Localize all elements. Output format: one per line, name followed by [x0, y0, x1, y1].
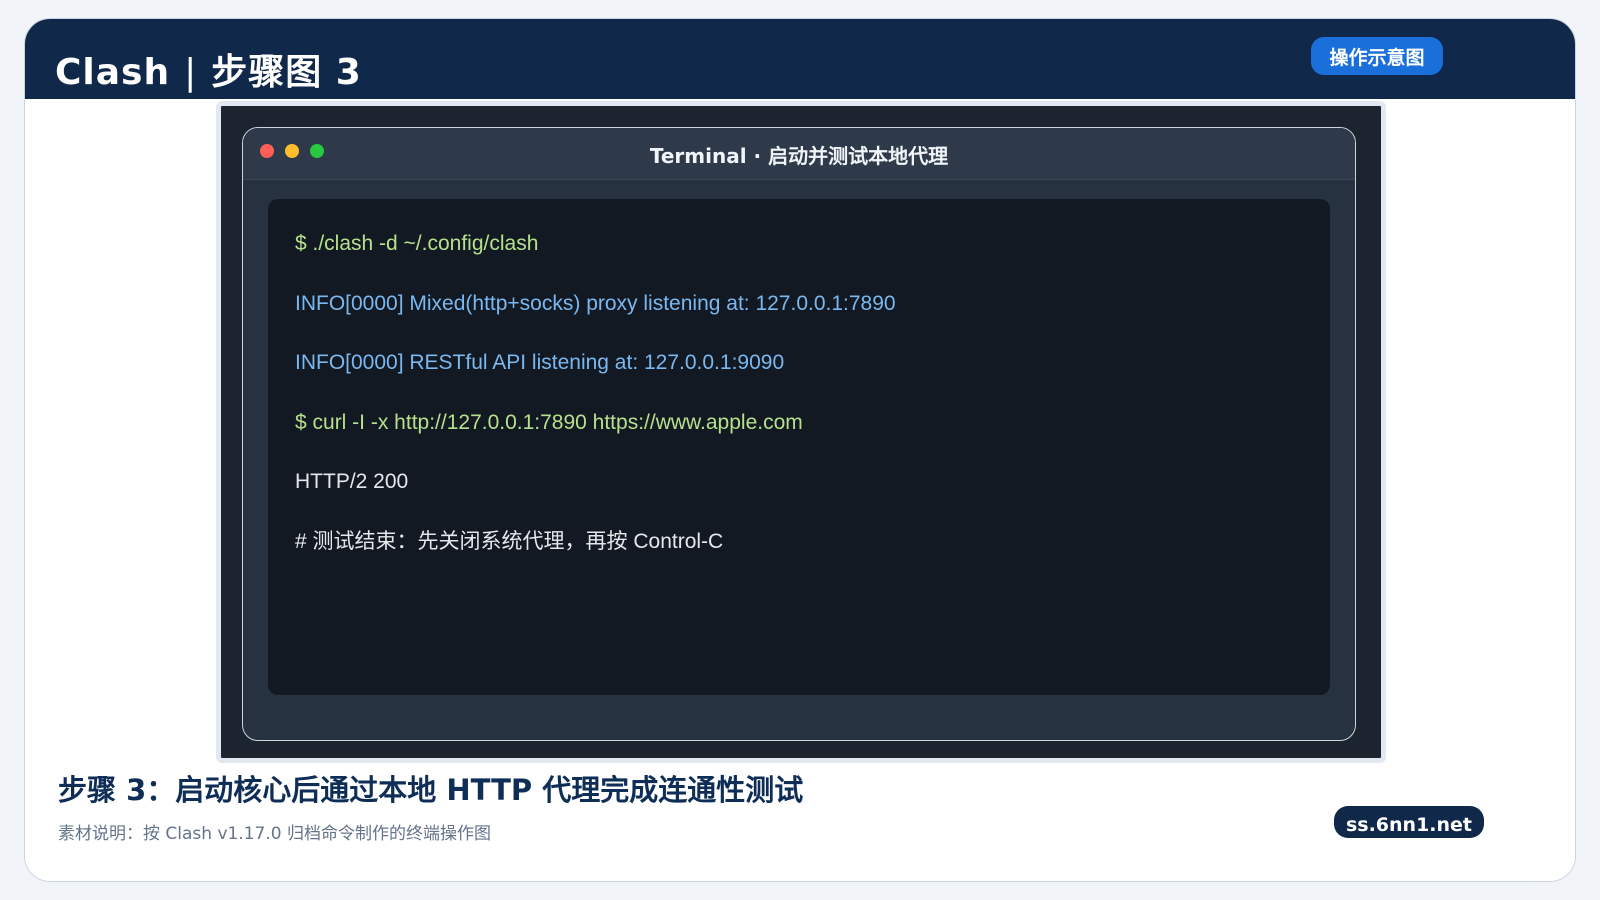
terminal-window: Terminal · 启动并测试本地代理 $ ./clash -d ~/.con… [242, 127, 1356, 741]
header-bar: Clash | 步骤图 3 操作示意图 [25, 19, 1575, 99]
step-caption-note: 素材说明：按 Clash v1.17.0 归档命令制作的终端操作图 [58, 824, 491, 844]
app-name: Clash [55, 52, 171, 93]
page-title: Clash | 步骤图 3 [55, 43, 362, 95]
terminal-line-info-proxy: INFO[0000] Mixed(http+socks) proxy liste… [295, 291, 896, 315]
terminal-line-http-status: HTTP/2 200 [295, 470, 409, 493]
step-title: 步骤图 3 [211, 52, 362, 93]
diagram-badge: 操作示意图 [1311, 37, 1443, 75]
site-badge: ss.6nn1.net [1334, 806, 1484, 838]
terminal-titlebar: Terminal · 启动并测试本地代理 [243, 128, 1355, 180]
terminal-line-command-curl: $ curl -I -x http://127.0.0.1:7890 https… [295, 410, 803, 434]
terminal-output[interactable]: $ ./clash -d ~/.config/clash INFO[0000] … [268, 199, 1330, 695]
terminal-line-comment: # 测试结束：先关闭系统代理，再按 Control-C [295, 529, 724, 553]
terminal-line-info-api: INFO[0000] RESTful API listening at: 127… [295, 351, 785, 374]
terminal-title: Terminal · 启动并测试本地代理 [649, 144, 949, 168]
step-caption-title: 步骤 3：启动核心后通过本地 HTTP 代理完成连通性测试 [58, 773, 804, 807]
title-separator: | [184, 52, 198, 93]
terminal-line-command-start: $ ./clash -d ~/.config/clash [295, 232, 539, 255]
